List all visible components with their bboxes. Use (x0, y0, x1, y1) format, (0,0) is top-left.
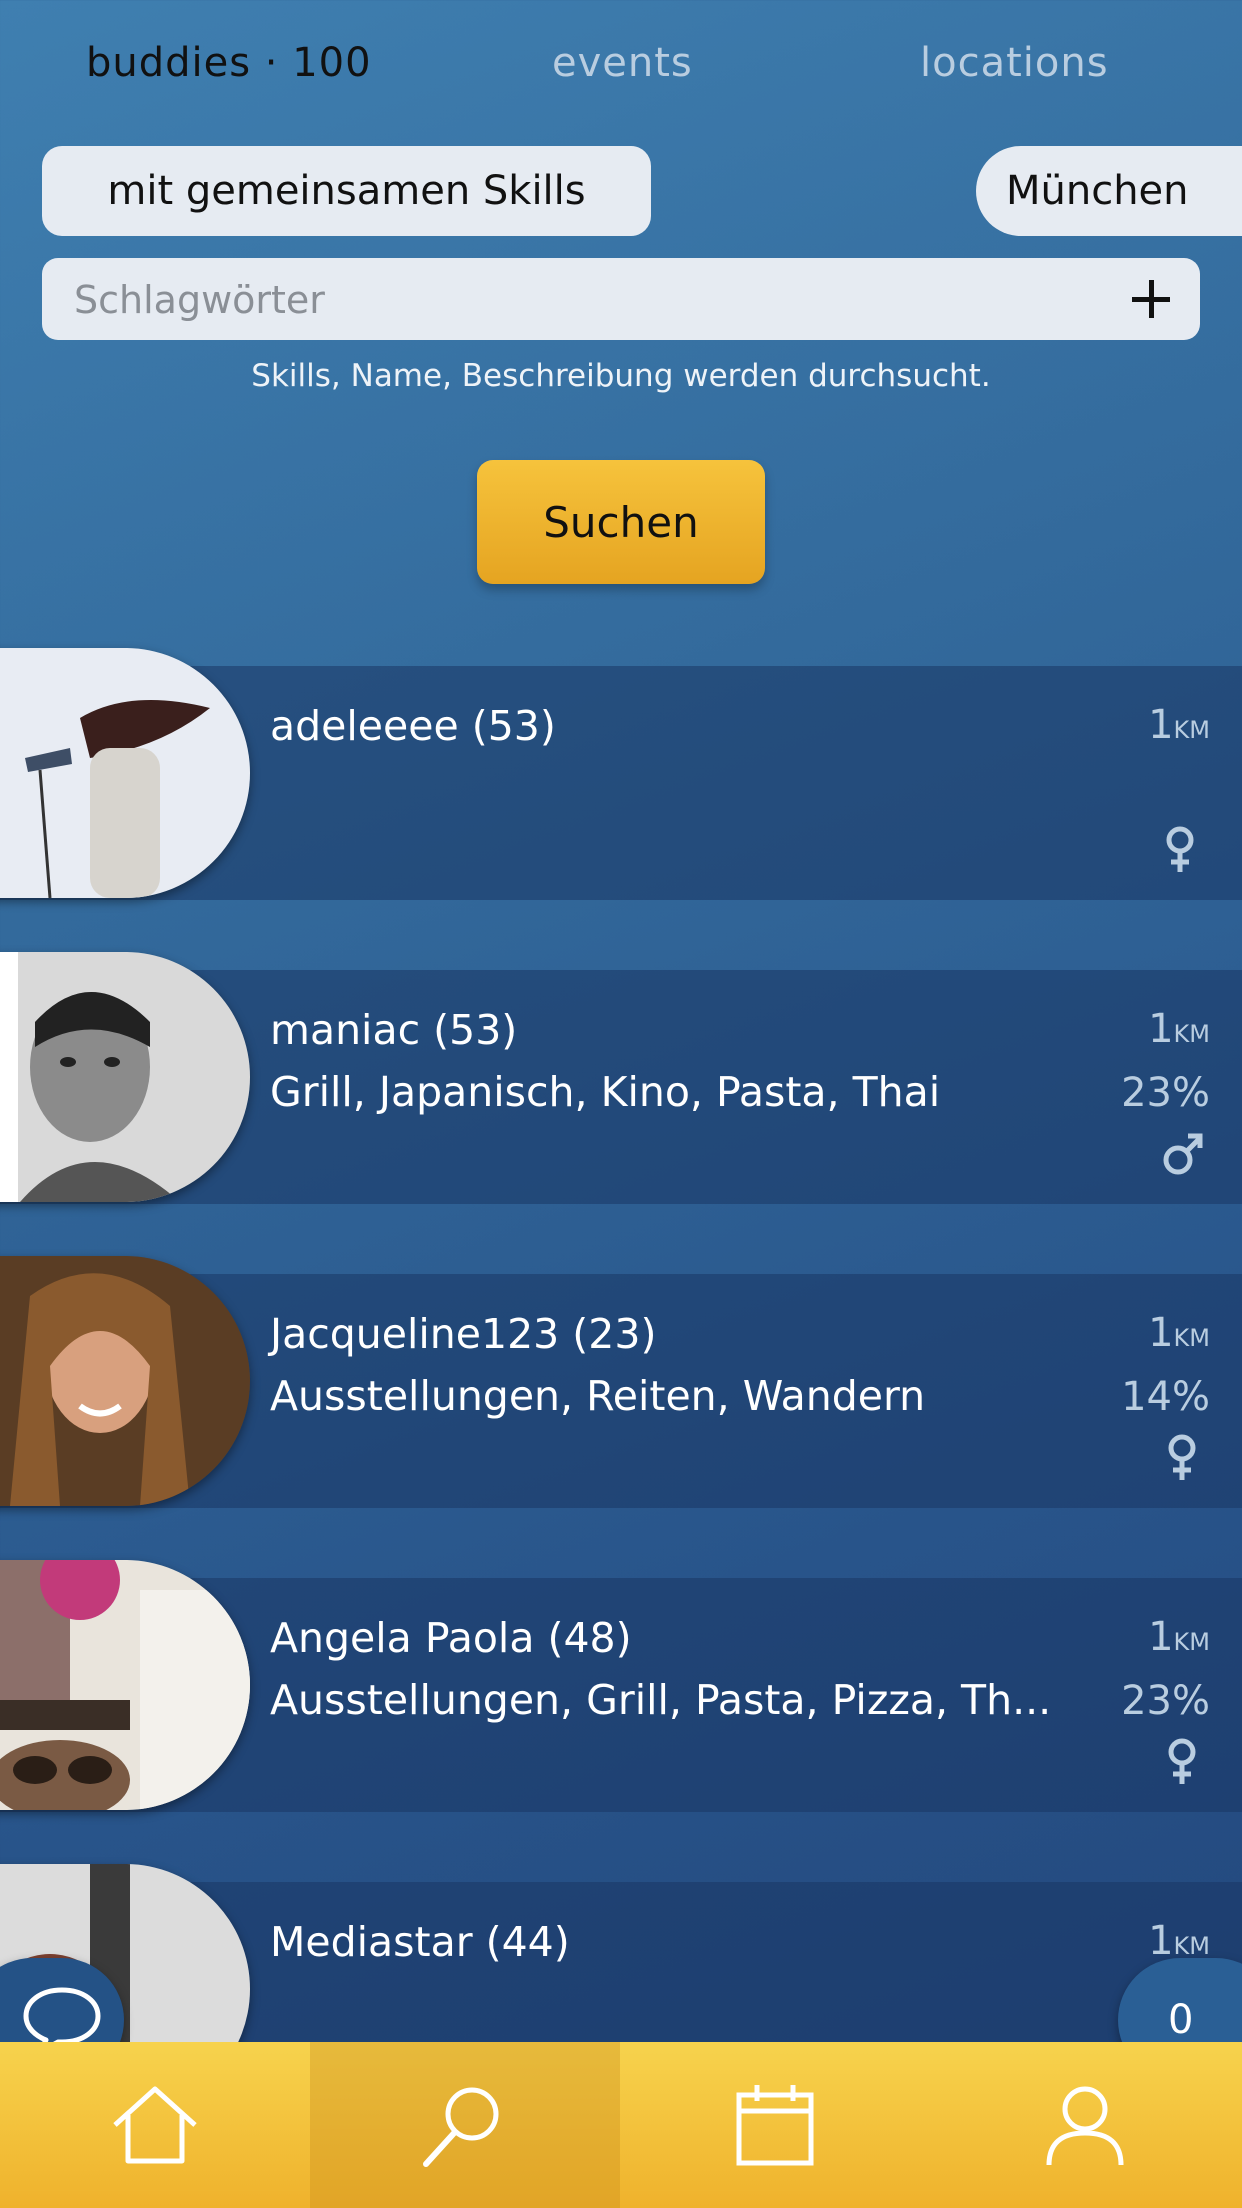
skills-filter-button[interactable]: mit gemeinsamen Skills (42, 146, 651, 236)
distance: 1KM (1148, 1006, 1210, 1052)
keyword-search-box (42, 258, 1200, 342)
nav-home[interactable] (0, 2042, 310, 2208)
match-percentage: 14% (1121, 1374, 1210, 1420)
buddy-skills: Ausstellungen, Reiten, Wandern (270, 1372, 926, 1420)
buddy-list-item[interactable]: maniac (53) Grill, Japanisch, Kino, Past… (0, 952, 1242, 1204)
avatar (0, 1560, 250, 1810)
distance: 1KM (1148, 702, 1210, 748)
add-keyword-icon[interactable] (1124, 272, 1178, 326)
distance: 1KM (1148, 1310, 1210, 1356)
avatar (0, 952, 250, 1202)
profile-icon (1046, 2086, 1124, 2166)
search-hint: Skills, Name, Beschreibung werden durchs… (251, 358, 991, 394)
buddy-name: adeleeee (53) (270, 702, 556, 750)
search-icon (423, 2087, 499, 2167)
nav-search[interactable] (310, 2042, 620, 2208)
female-icon (1168, 1738, 1196, 1784)
match-percentage: 23% (1121, 1070, 1210, 1116)
tab-buddies[interactable]: buddies · 100 (86, 40, 372, 86)
search-button[interactable]: Suchen (477, 460, 765, 584)
buddy-skills: Ausstellungen, Grill, Pasta, Pizza, Th..… (270, 1676, 1052, 1724)
buddy-name: Mediastar (44) (270, 1918, 570, 1966)
tab-events[interactable]: events (552, 40, 693, 86)
top-tabs: buddies · 100 events locations (0, 40, 1242, 110)
city-filter-button[interactable]: München (976, 146, 1242, 236)
distance: 1KM (1148, 1614, 1210, 1660)
female-icon (1168, 1434, 1196, 1480)
buddy-name: Jacqueline123 (23) (270, 1310, 657, 1358)
tab-locations[interactable]: locations (920, 40, 1109, 86)
home-icon (113, 2086, 197, 2164)
calendar-icon (736, 2085, 814, 2166)
avatar (0, 1256, 250, 1506)
keyword-input[interactable] (72, 258, 1096, 342)
bottom-navigation (0, 2042, 1242, 2208)
nav-profile[interactable] (930, 2042, 1240, 2208)
buddy-name: maniac (53) (270, 1006, 518, 1054)
buddy-skills: Grill, Japanisch, Kino, Pasta, Thai (270, 1068, 941, 1116)
male-icon (1163, 1133, 1203, 1175)
female-icon (1166, 826, 1194, 872)
buddy-name: Angela Paola (48) (270, 1614, 632, 1662)
buddy-list-item[interactable]: Jacqueline123 (23) Ausstellungen, Reiten… (0, 1256, 1242, 1508)
buddy-list-item[interactable]: Angela Paola (48) Ausstellungen, Grill, … (0, 1560, 1242, 1812)
avatar (0, 648, 250, 898)
buddy-list-item[interactable]: adeleeee (53) 1KM (0, 648, 1242, 900)
match-percentage: 23% (1121, 1678, 1210, 1724)
nav-events[interactable] (620, 2042, 930, 2208)
